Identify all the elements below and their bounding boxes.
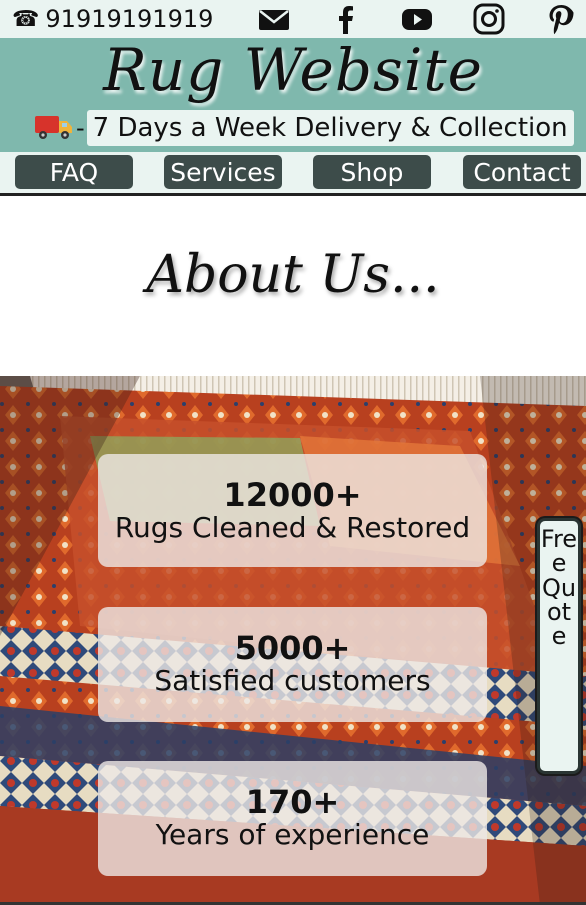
free-quote-tab[interactable]: Free Quote [537,518,581,774]
nav-services[interactable]: Services [164,155,282,189]
stat-number: 170+ [245,783,340,821]
stat-label: Years of experience [155,818,430,851]
stat-label: Satisfied customers [154,664,431,697]
mail-icon[interactable] [257,3,291,35]
rug-background-image: 12000+ Rugs Cleaned & Restored 5000+ Sat… [0,376,586,905]
about-heading: About Us... [146,245,440,305]
instagram-icon[interactable] [472,3,506,35]
delivery-banner: - 7 Days a Week Delivery & Collection [34,108,574,148]
stat-number: 12000+ [223,476,362,514]
contact-strip: ☎ 91919191919 [0,0,586,38]
stat-label: Rugs Cleaned & Restored [114,511,471,544]
facebook-icon[interactable] [329,3,363,35]
main-nav: FAQ Services Shop Contact [0,152,586,196]
free-quote-label: Free Quote [540,525,578,651]
nav-faq[interactable]: FAQ [15,155,133,189]
phone-text: 91919191919 [45,5,214,33]
delivery-truck-icon [34,111,74,145]
phone-number[interactable]: ☎ 91919191919 [12,4,213,34]
nav-shop[interactable]: Shop [313,155,431,189]
youtube-icon[interactable] [400,3,434,35]
delivery-text: 7 Days a Week Delivery & Collection [86,110,574,146]
site-title[interactable]: Rug Website [0,36,586,104]
pinterest-icon[interactable] [544,3,578,35]
site-header: Rug Website - 7 Days a Week Delivery & C… [0,36,586,152]
stat-card-rugs-cleaned: 12000+ Rugs Cleaned & Restored [98,454,487,567]
stat-card-years-experience: 170+ Years of experience [98,761,487,876]
stat-number: 5000+ [234,629,351,667]
stat-card-satisfied-customers: 5000+ Satisfied customers [98,607,487,722]
phone-icon: ☎ [12,6,40,32]
delivery-dash: - [76,114,85,142]
nav-contact[interactable]: Contact [463,155,581,189]
